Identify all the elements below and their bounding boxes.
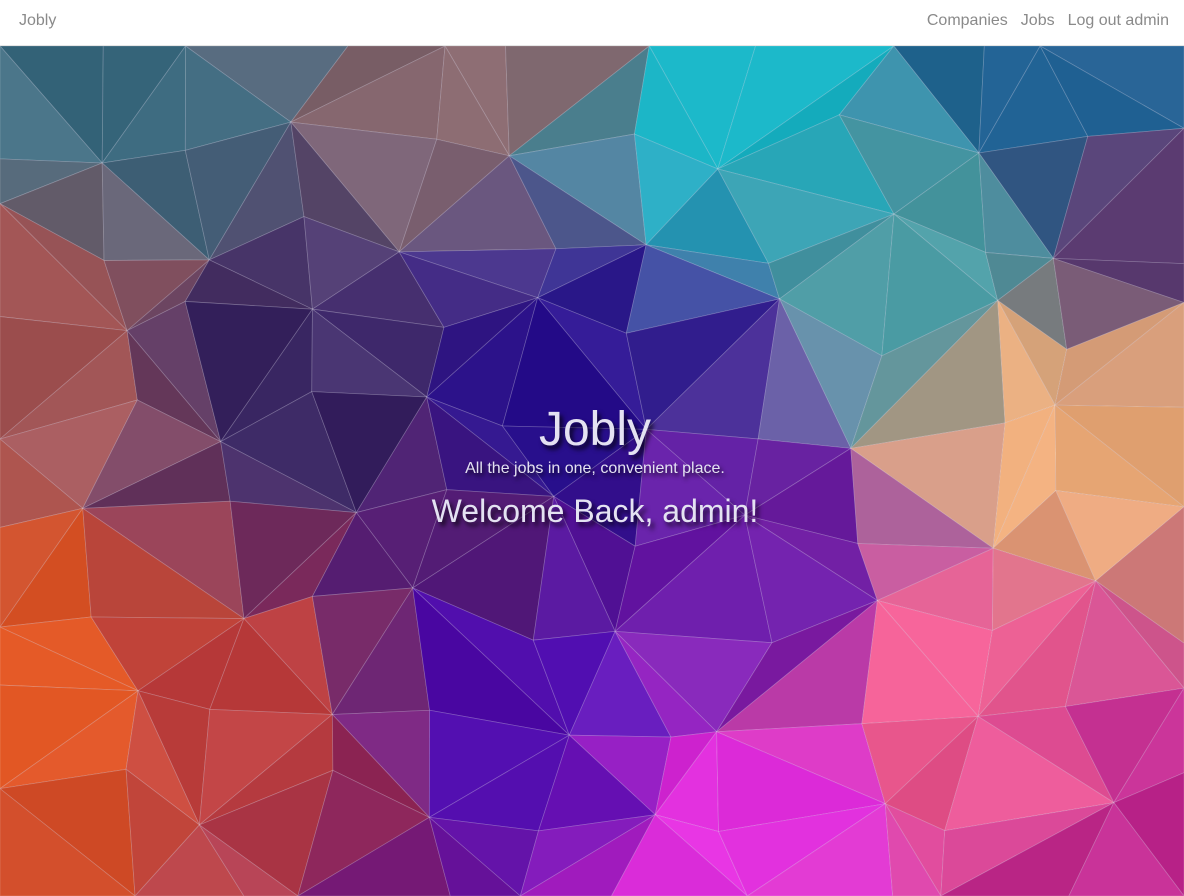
navbar: Jobly Companies Jobs Log out admin bbox=[0, 0, 1184, 46]
polygon-background bbox=[0, 46, 1184, 896]
nav-logout-link[interactable]: Log out admin bbox=[1068, 12, 1169, 30]
polygon-background-image bbox=[0, 46, 1184, 896]
brand-link[interactable]: Jobly bbox=[19, 12, 56, 30]
nav-companies-link[interactable]: Companies bbox=[927, 12, 1008, 30]
nav-links: Companies Jobs Log out admin bbox=[927, 12, 1169, 30]
nav-jobs-link[interactable]: Jobs bbox=[1021, 12, 1055, 30]
